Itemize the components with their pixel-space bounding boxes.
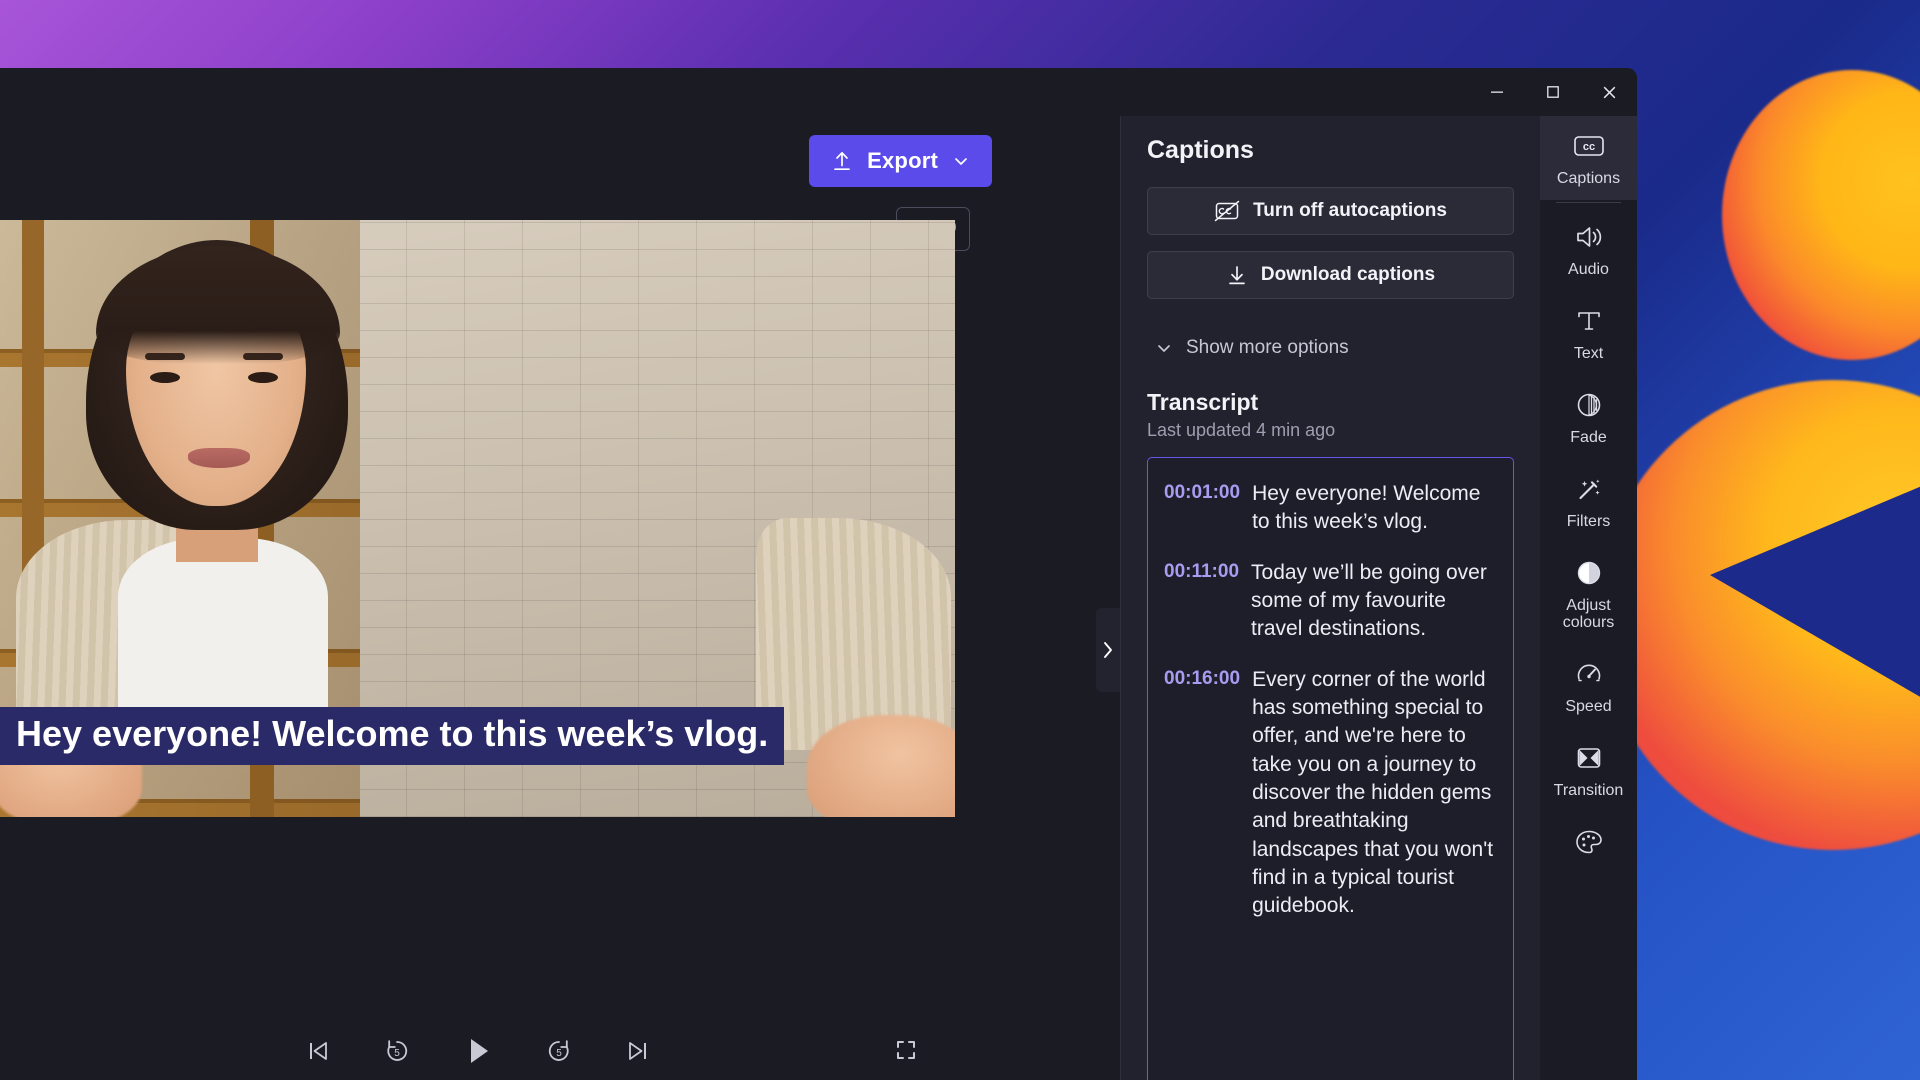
clipchamp-app-window: Export 16:9 xyxy=(0,68,1637,1080)
panel-collapse-handle[interactable] xyxy=(1096,608,1120,692)
chevron-down-icon xyxy=(952,152,970,170)
play-button[interactable] xyxy=(457,1030,499,1072)
svg-text:5: 5 xyxy=(394,1048,400,1059)
transcript-text[interactable]: Every corner of the world has something … xyxy=(1252,666,1497,921)
download-icon xyxy=(1226,263,1248,287)
editor-topbar: Export 16:9 xyxy=(0,116,1120,220)
rail-item-colour-palette[interactable] xyxy=(1540,812,1637,871)
rail-item-captions[interactable]: cc Captions xyxy=(1540,116,1637,200)
video-preview[interactable]: Hey everyone! Welcome to this week’s vlo… xyxy=(0,220,955,817)
editor-area: Export 16:9 xyxy=(0,116,1120,1080)
rail-item-speed[interactable]: Speed xyxy=(1540,644,1637,728)
rail-label-text: Text xyxy=(1574,345,1603,363)
transcript-updated-timestamp: Last updated 4 min ago xyxy=(1147,420,1514,441)
close-button[interactable] xyxy=(1581,68,1637,116)
turn-off-autocaptions-button[interactable]: Turn off autocaptions xyxy=(1147,187,1514,235)
decorative-blob-top xyxy=(1722,70,1920,360)
captions-panel: Captions Turn off autocaptions Download … xyxy=(1120,116,1540,1080)
skip-to-end-button[interactable] xyxy=(619,1032,657,1070)
rail-label-audio: Audio xyxy=(1568,261,1609,279)
rail-item-filters[interactable]: Filters xyxy=(1540,459,1637,543)
palette-icon xyxy=(1573,825,1605,859)
transcript-text[interactable]: Hey everyone! Welcome to this week’s vlo… xyxy=(1252,480,1497,537)
rail-item-transition[interactable]: Transition xyxy=(1540,728,1637,812)
rail-label-adjust-colours: Adjust colours xyxy=(1544,597,1633,633)
download-captions-label: Download captions xyxy=(1261,264,1435,286)
rail-item-fade[interactable]: Fade xyxy=(1540,375,1637,459)
transcript-title: Transcript xyxy=(1147,389,1514,416)
fullscreen-button[interactable] xyxy=(888,1032,924,1068)
fullscreen-icon xyxy=(892,1036,920,1064)
forward-icon: 5 xyxy=(543,1035,575,1067)
forward-5-button[interactable]: 5 xyxy=(539,1031,579,1071)
text-t-icon xyxy=(1574,304,1604,338)
rail-label-transition: Transition xyxy=(1554,782,1624,800)
video-preview-area: Hey everyone! Welcome to this week’s vlo… xyxy=(0,220,1120,1080)
player-controls: 5 5 xyxy=(0,1022,955,1080)
skip-to-start-button[interactable] xyxy=(299,1032,337,1070)
window-body: Export 16:9 xyxy=(0,116,1637,1080)
transcript-entry[interactable]: 00:11:00 Today we’ll be going over some … xyxy=(1164,559,1497,644)
rail-label-captions: Captions xyxy=(1557,170,1620,188)
contrast-icon xyxy=(1574,556,1604,590)
transcript-entry[interactable]: 00:16:00 Every corner of the world has s… xyxy=(1164,666,1497,921)
skip-previous-icon xyxy=(303,1036,333,1066)
transcript-entry[interactable]: 00:01:00 Hey everyone! Welcome to this w… xyxy=(1164,480,1497,537)
minimize-button[interactable] xyxy=(1469,68,1525,116)
rail-item-audio[interactable]: Audio xyxy=(1540,207,1637,291)
window-titlebar xyxy=(0,68,1637,116)
cc-icon: cc xyxy=(1572,129,1606,163)
rail-label-filters: Filters xyxy=(1567,513,1611,531)
transcript-timestamp[interactable]: 00:16:00 xyxy=(1164,666,1240,921)
rewind-icon: 5 xyxy=(381,1035,413,1067)
svg-text:cc: cc xyxy=(1582,141,1594,153)
rail-item-text[interactable]: Text xyxy=(1540,291,1637,375)
transcript-list[interactable]: 00:01:00 Hey everyone! Welcome to this w… xyxy=(1147,457,1514,1080)
person-brow-left xyxy=(145,353,185,360)
rail-divider xyxy=(1556,202,1621,203)
transcript-timestamp[interactable]: 00:11:00 xyxy=(1164,559,1239,644)
minimize-icon xyxy=(1489,84,1505,100)
caption-overlay-text: Hey everyone! Welcome to this week’s vlo… xyxy=(16,714,768,754)
chevron-down-icon xyxy=(1155,339,1173,357)
chevron-right-icon xyxy=(1101,640,1115,660)
turn-off-autocaptions-label: Turn off autocaptions xyxy=(1253,200,1447,222)
tool-rail: cc Captions Audio xyxy=(1540,116,1637,1080)
maximize-button[interactable] xyxy=(1525,68,1581,116)
upload-icon xyxy=(831,149,853,173)
rewind-5-button[interactable]: 5 xyxy=(377,1031,417,1071)
play-icon xyxy=(461,1034,495,1068)
skip-next-icon xyxy=(623,1036,653,1066)
person-eye-right xyxy=(248,372,278,383)
rail-label-speed: Speed xyxy=(1565,698,1611,716)
show-more-options-toggle[interactable]: Show more options xyxy=(1155,337,1514,359)
captions-off-icon xyxy=(1214,200,1240,222)
rail-item-adjust-colours[interactable]: Adjust colours xyxy=(1540,543,1637,645)
maximize-icon xyxy=(1545,84,1561,100)
transcript-timestamp[interactable]: 00:01:00 xyxy=(1164,480,1240,537)
person-mouth xyxy=(188,448,250,468)
caption-overlay[interactable]: Hey everyone! Welcome to this week’s vlo… xyxy=(0,707,784,765)
show-more-options-label: Show more options xyxy=(1186,337,1349,359)
transition-icon xyxy=(1574,741,1604,775)
speedometer-icon xyxy=(1574,657,1604,691)
captions-panel-title: Captions xyxy=(1147,136,1514,165)
export-button[interactable]: Export xyxy=(809,135,992,187)
transcript-text[interactable]: Today we’ll be going over some of my fav… xyxy=(1251,559,1497,644)
person-hand-right xyxy=(807,715,955,817)
person-cardigan-right xyxy=(756,518,951,750)
fade-circle-icon xyxy=(1574,388,1604,422)
download-captions-button[interactable]: Download captions xyxy=(1147,251,1514,299)
magic-wand-icon xyxy=(1574,472,1604,506)
person-eye-left xyxy=(150,372,180,383)
rail-label-fade: Fade xyxy=(1570,429,1606,447)
svg-text:5: 5 xyxy=(556,1048,562,1059)
speaker-icon xyxy=(1573,220,1605,254)
export-label: Export xyxy=(867,148,938,174)
person-brow-right xyxy=(243,353,283,360)
close-icon xyxy=(1601,84,1618,101)
